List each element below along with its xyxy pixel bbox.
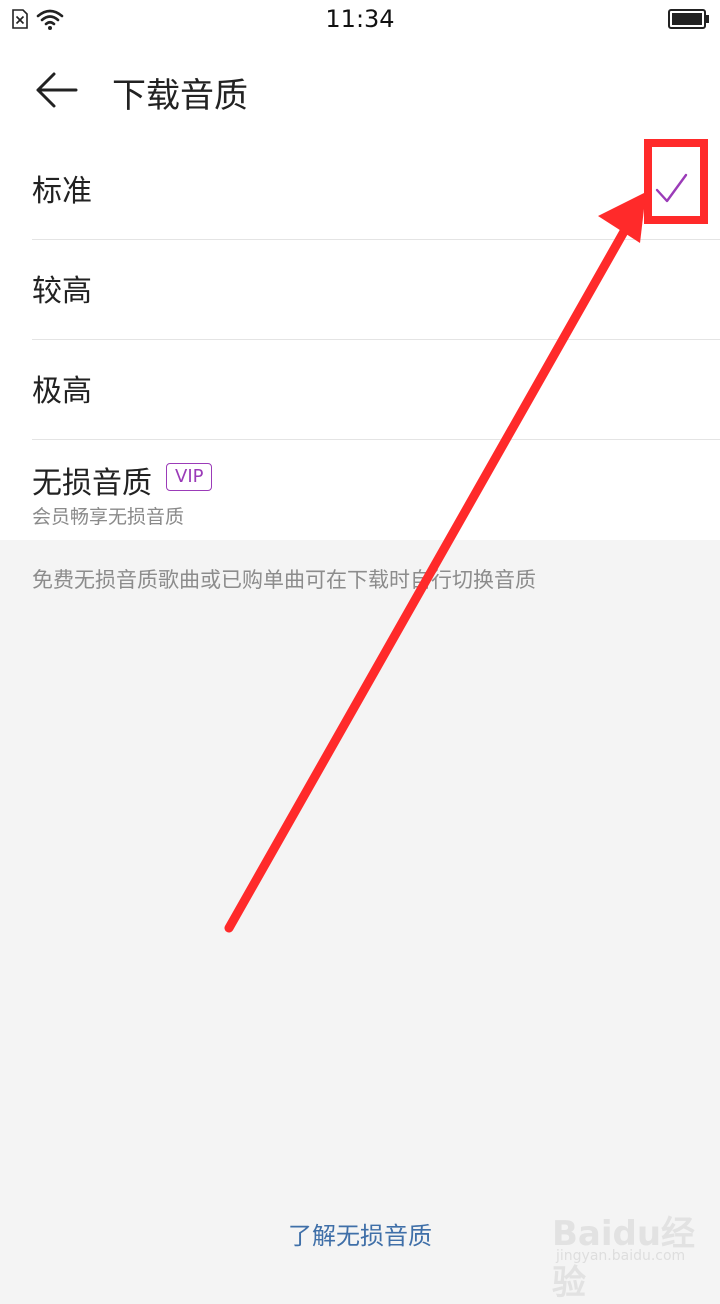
status-time: 11:34 [325,5,395,33]
battery-icon [668,9,709,29]
option-subtitle: 会员畅享无损音质 [32,506,185,528]
option-high[interactable]: 较高 [0,240,720,340]
status-bar: 11:34 [0,0,720,40]
page-title: 下载音质 [112,76,248,116]
option-label: 较高 [32,274,92,309]
arrow-left-icon [36,72,78,108]
watermark-url: jingyan.baidu.com [556,1248,686,1264]
option-label: 标准 [32,174,92,209]
option-standard[interactable]: 标准 [0,140,720,240]
vip-badge: VIP [166,463,213,491]
back-button[interactable] [28,66,84,114]
option-label: 无损音质 [32,466,152,501]
checkmark-icon [655,173,688,203]
option-lossless[interactable]: 无损音质 VIP 会员畅享无损音质 [0,440,720,540]
option-very-high[interactable]: 极高 [0,340,720,440]
option-label: 极高 [32,374,92,409]
hint-text: 免费无损音质歌曲或已购单曲可在下载时自行切换音质 [32,568,536,592]
header: 下载音质 [0,50,720,130]
watermark: Baidu经验 jingyan.baidu.com [552,1200,712,1303]
